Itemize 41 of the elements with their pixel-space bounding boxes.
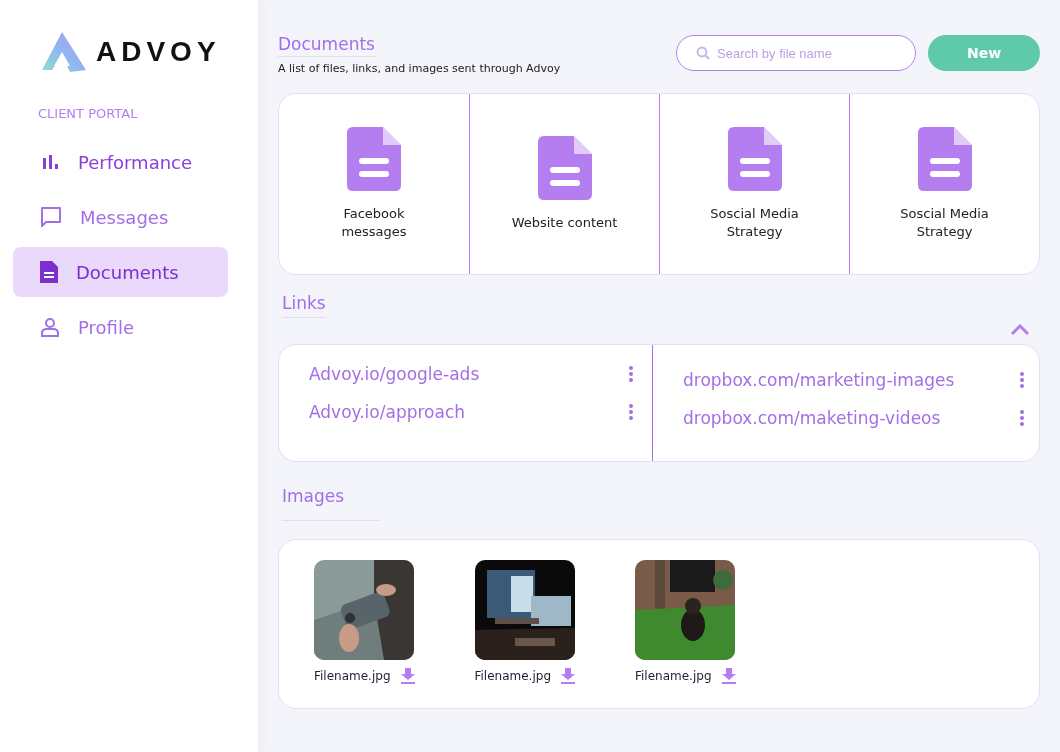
document-icon[interactable] xyxy=(917,126,972,191)
page-subtitle: A list of files, links, and images sent through Advoy xyxy=(278,62,562,75)
search-field[interactable]: Search by file name xyxy=(676,35,916,71)
section-label: CLIENT PORTAL xyxy=(38,106,139,121)
link[interactable]: Advoy.io/approach xyxy=(309,402,466,422)
document-icon[interactable] xyxy=(727,126,782,191)
link[interactable]: Advoy.io/google-ads xyxy=(309,364,480,384)
download-icon[interactable] xyxy=(721,668,736,684)
document-icon xyxy=(40,261,58,283)
section-title: Links xyxy=(282,293,326,318)
more-icon[interactable] xyxy=(1019,409,1025,427)
file-name: Filename.jpg xyxy=(474,669,551,683)
file-name: Filename.jpg xyxy=(635,669,712,683)
link[interactable]: dropbox.com/marketing-images xyxy=(683,370,955,390)
nav-item[interactable]: Performance xyxy=(13,137,228,187)
logo-text: ADVOY xyxy=(96,36,221,68)
more-icon[interactable] xyxy=(628,365,634,383)
document-icon[interactable] xyxy=(347,126,401,191)
nav-item[interactable]: Documents xyxy=(13,247,228,297)
section-title: Images xyxy=(282,486,381,521)
document-name[interactable]: Soscial Media Strategy xyxy=(698,204,811,242)
page-title: Documents xyxy=(278,34,375,57)
download-icon[interactable] xyxy=(561,668,575,684)
nav-item[interactable]: Profile xyxy=(13,302,228,352)
more-icon[interactable] xyxy=(628,403,634,421)
document-icon[interactable] xyxy=(537,135,592,200)
file-name: Filename.jpg xyxy=(314,669,391,683)
logo-icon xyxy=(40,30,88,74)
new-button[interactable]: New xyxy=(928,35,1040,71)
chevron-icon[interactable] xyxy=(1010,324,1030,336)
nav-item[interactable]: Messages xyxy=(13,192,228,242)
search-icon xyxy=(696,46,710,60)
message-icon xyxy=(40,206,62,228)
person-icon xyxy=(40,317,60,337)
document-name[interactable]: Website content xyxy=(508,213,621,233)
download-icon[interactable] xyxy=(400,668,415,684)
bar-chart-icon xyxy=(40,152,60,172)
document-name[interactable]: Facebook messages xyxy=(318,204,430,242)
more-icon[interactable] xyxy=(1019,371,1025,389)
link[interactable]: dropbox.com/maketing-videos xyxy=(683,408,941,428)
document-name[interactable]: Soscial Media Strategy xyxy=(888,204,1001,242)
